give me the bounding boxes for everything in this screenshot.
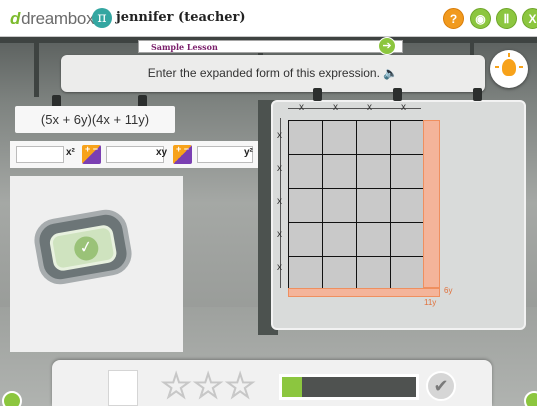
lesson-tag: Sample Lesson xyxy=(138,40,403,53)
grid-cell[interactable] xyxy=(288,222,323,257)
lightbulb-ray xyxy=(508,53,510,57)
grid-cell[interactable] xyxy=(356,222,391,257)
help-button[interactable]: ? xyxy=(443,8,464,29)
corner-right-button[interactable] xyxy=(524,391,537,406)
side-label-x: x xyxy=(277,163,282,174)
grid-cell[interactable] xyxy=(288,120,323,155)
top-label-x: x xyxy=(367,102,372,113)
side-label-x: x xyxy=(277,196,282,207)
close-button[interactable]: X xyxy=(522,8,537,29)
side-label-x: x xyxy=(277,130,282,141)
lesson-tag-text: Sample Lesson xyxy=(151,42,218,52)
grid-cell[interactable] xyxy=(322,120,357,155)
grid-cell[interactable] xyxy=(356,256,391,291)
grid-cell[interactable] xyxy=(322,222,357,257)
grid-cell[interactable] xyxy=(288,154,323,189)
lightbulb-icon xyxy=(502,59,516,76)
grid-cell[interactable] xyxy=(356,154,391,189)
prompt-text: Enter the expanded form of this expressi… xyxy=(147,66,399,80)
prompt-panel: Enter the expanded form of this expressi… xyxy=(61,55,485,92)
star-icon: ☆ xyxy=(159,365,193,406)
checkmark-icon: ✓ xyxy=(72,234,101,263)
hanger xyxy=(313,88,322,101)
hanger xyxy=(473,88,482,101)
y-row-strip[interactable] xyxy=(288,288,440,297)
bottom-slot xyxy=(108,370,138,406)
lightbulb-ray xyxy=(519,66,523,68)
grid-cell[interactable] xyxy=(288,188,323,223)
x2-coefficient-input[interactable] xyxy=(16,146,64,163)
grid-cell[interactable] xyxy=(322,256,357,291)
done-button[interactable]: ✔ xyxy=(426,371,456,401)
star-icon: ☆ xyxy=(223,365,257,406)
grid-cell[interactable] xyxy=(390,154,425,189)
user-name: jennifer (teacher) xyxy=(116,10,246,25)
pi-icon: π xyxy=(92,8,112,28)
side-label-x: x xyxy=(277,229,282,240)
grid-cell[interactable] xyxy=(356,188,391,223)
hint-button[interactable] xyxy=(490,50,528,88)
dreambox-logo[interactable]: ddreambox xyxy=(10,9,95,29)
expression-panel: (5x + 6y)(4x + 11y) xyxy=(15,106,175,133)
sign-toggle-button[interactable]: + − xyxy=(173,145,192,164)
logo-text: dreambox xyxy=(21,9,95,28)
xy-label: xy xyxy=(156,147,168,158)
corner-left-button[interactable] xyxy=(2,391,22,406)
left-pipe xyxy=(34,37,39,97)
grid-cell[interactable] xyxy=(390,222,425,257)
grid-cell[interactable] xyxy=(288,256,323,291)
lightbulb-ray xyxy=(495,66,499,68)
top-label-x: x xyxy=(333,102,338,113)
check-inner: ✓ xyxy=(48,223,118,273)
sound-button[interactable]: ◉ xyxy=(470,8,491,29)
sign-toggle-button[interactable]: + − xyxy=(82,145,101,164)
orange-right-label: 6y xyxy=(444,286,453,295)
grid-cell[interactable] xyxy=(390,256,425,291)
hanger xyxy=(393,88,402,101)
top-bar: ddreambox π jennifer (teacher) ? ◉ Ⅱ X xyxy=(0,0,537,37)
grid-cell[interactable] xyxy=(356,120,391,155)
grid-cell[interactable] xyxy=(322,154,357,189)
grid-cell[interactable] xyxy=(390,120,425,155)
logo-mark: d xyxy=(10,9,21,28)
pause-button[interactable]: Ⅱ xyxy=(496,8,517,29)
top-label-x: x xyxy=(401,102,406,113)
star-icon: ☆ xyxy=(191,365,225,406)
grid-cell[interactable] xyxy=(390,188,425,223)
y-column-strip[interactable] xyxy=(423,120,440,288)
expression-text: (5x + 6y)(4x + 11y) xyxy=(40,112,150,127)
y2-label: y² xyxy=(244,147,253,158)
grid-cell[interactable] xyxy=(322,188,357,223)
top-label-x: x xyxy=(299,102,304,113)
answer-row: x² + − xy + − y² xyxy=(10,141,263,168)
x2-label: x² xyxy=(66,147,75,158)
orange-bottom-label: 11y xyxy=(424,298,437,307)
progress-bar-fill xyxy=(282,377,302,397)
next-arrow-button[interactable]: ➔ xyxy=(378,37,396,55)
side-label-x: x xyxy=(277,262,282,273)
